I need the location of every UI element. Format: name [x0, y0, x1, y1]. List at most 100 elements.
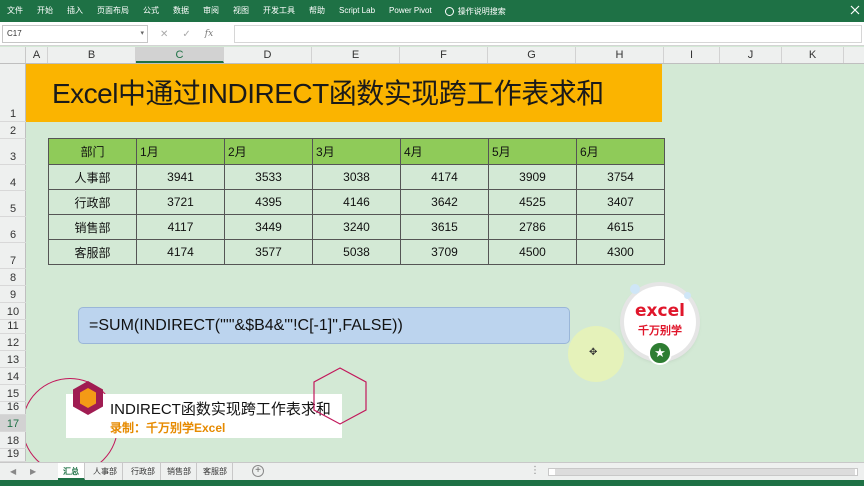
row-header-7[interactable]: 7	[0, 243, 26, 269]
table-cell[interactable]: 3240	[312, 214, 401, 240]
table-cell[interactable]: 4525	[488, 189, 577, 215]
column-header-d[interactable]: D	[224, 47, 312, 63]
row-header-15[interactable]: 15	[0, 385, 26, 402]
row-header-6[interactable]: 6	[0, 217, 26, 243]
close-window-icon[interactable]	[850, 5, 860, 15]
row-header-12[interactable]: 12	[0, 334, 26, 351]
column-header-h[interactable]: H	[576, 47, 664, 63]
row-header-8[interactable]: 8	[0, 269, 26, 286]
table-cell[interactable]: 3577	[224, 239, 313, 265]
table-cell[interactable]: 3533	[224, 164, 313, 190]
prev-sheet-icon[interactable]: ◀	[10, 467, 16, 476]
table-cell[interactable]: 3642	[400, 189, 489, 215]
tab-page-layout[interactable]: 页面布局	[90, 0, 136, 22]
next-sheet-icon[interactable]: ▶	[30, 467, 36, 476]
horizontal-scrollbar[interactable]	[548, 468, 858, 476]
sheet-tab-summary[interactable]: 汇总	[58, 463, 85, 480]
row-header-11[interactable]: 11	[0, 320, 26, 334]
table-cell[interactable]: 客服部	[48, 239, 137, 265]
column-header-i[interactable]: I	[664, 47, 720, 63]
table-cell[interactable]: 4146	[312, 189, 401, 215]
tab-view[interactable]: 视图	[226, 0, 256, 22]
row-headers: 1 2 3 4 5 6 7 8 9 10 11 12 13 14 15 16 1…	[0, 64, 26, 462]
row-header-17[interactable]: 17	[0, 415, 26, 432]
table-header-cell[interactable]: 5月	[488, 138, 577, 165]
tab-formulas[interactable]: 公式	[136, 0, 166, 22]
table-header-cell[interactable]: 2月	[224, 138, 313, 165]
column-header-b[interactable]: B	[48, 47, 136, 63]
table-cell[interactable]: 4174	[400, 164, 489, 190]
row-header-10[interactable]: 10	[0, 303, 26, 320]
table-cell[interactable]: 4500	[488, 239, 577, 265]
tab-developer[interactable]: 开发工具	[256, 0, 302, 22]
add-sheet-button[interactable]: +	[252, 465, 264, 477]
table-header-cell[interactable]: 6月	[576, 138, 665, 165]
column-header-a[interactable]: A	[26, 47, 48, 63]
more-options-icon[interactable]: ⋮	[530, 465, 540, 476]
row-header-4[interactable]: 4	[0, 165, 26, 191]
formula-input[interactable]	[234, 25, 862, 43]
sheet-tab-service[interactable]: 客服部	[198, 463, 233, 480]
row-header-3[interactable]: 3	[0, 139, 26, 165]
table-cell[interactable]: 3407	[576, 189, 665, 215]
row-header-18[interactable]: 18	[0, 432, 26, 449]
table-cell[interactable]: 3909	[488, 164, 577, 190]
column-header-f[interactable]: F	[400, 47, 488, 63]
row-header-5[interactable]: 5	[0, 191, 26, 217]
table-header-cell[interactable]: 4月	[400, 138, 489, 165]
table-cell[interactable]: 销售部	[48, 214, 137, 240]
worksheet-grid[interactable]: Excel中通过INDIRECT函数实现跨工作表求和 部门 1月 2月 3月 4…	[26, 64, 864, 462]
table-cell[interactable]: 行政部	[48, 189, 137, 215]
row-header-19[interactable]: 19	[0, 448, 26, 462]
tab-file[interactable]: 文件	[0, 0, 30, 22]
table-cell[interactable]: 3038	[312, 164, 401, 190]
table-header-cell[interactable]: 3月	[312, 138, 401, 165]
enter-icon[interactable]: ✓	[182, 29, 190, 40]
tab-script-lab[interactable]: Script Lab	[332, 0, 382, 22]
table-cell[interactable]: 3721	[136, 189, 225, 215]
table-cell[interactable]: 3615	[400, 214, 489, 240]
table-cell[interactable]: 2786	[488, 214, 577, 240]
tab-power-pivot[interactable]: Power Pivot	[382, 0, 439, 22]
row-header-13[interactable]: 13	[0, 351, 26, 368]
row-header-9[interactable]: 9	[0, 286, 26, 303]
select-all-corner[interactable]	[0, 47, 26, 63]
lightbulb-icon	[444, 6, 454, 16]
tab-review[interactable]: 审阅	[196, 0, 226, 22]
table-cell[interactable]: 4395	[224, 189, 313, 215]
tab-data[interactable]: 数据	[166, 0, 196, 22]
table-cell[interactable]: 3449	[224, 214, 313, 240]
row-header-2[interactable]: 2	[0, 122, 26, 139]
column-header-k[interactable]: K	[782, 47, 844, 63]
insert-function-icon[interactable]: fx	[205, 29, 213, 39]
tab-insert[interactable]: 插入	[60, 0, 90, 22]
tell-me-search[interactable]: 操作说明搜索	[444, 6, 506, 17]
table-cell[interactable]: 4615	[576, 214, 665, 240]
row-header-1[interactable]: 1	[0, 64, 26, 122]
table-cell[interactable]: 3709	[400, 239, 489, 265]
sheet-tab-admin[interactable]: 行政部	[126, 463, 161, 480]
table-cell[interactable]: 3941	[136, 164, 225, 190]
table-cell[interactable]: 5038	[312, 239, 401, 265]
chevron-down-icon[interactable]: ▾	[140, 26, 144, 42]
table-cell[interactable]: 4117	[136, 214, 225, 240]
table-header-cell[interactable]: 部门	[48, 138, 137, 165]
tab-home[interactable]: 开始	[30, 0, 60, 22]
row-header-14[interactable]: 14	[0, 368, 26, 385]
row-header-16[interactable]: 16	[0, 401, 26, 415]
table-cell[interactable]: 3754	[576, 164, 665, 190]
table-cell[interactable]: 4300	[576, 239, 665, 265]
tab-help[interactable]: 帮助	[302, 0, 332, 22]
scrollbar-thumb[interactable]	[555, 469, 855, 475]
column-header-g[interactable]: G	[488, 47, 576, 63]
cancel-icon[interactable]: ✕	[160, 29, 168, 40]
table-header-cell[interactable]: 1月	[136, 138, 225, 165]
column-header-j[interactable]: J	[720, 47, 782, 63]
sheet-tab-hr[interactable]: 人事部	[88, 463, 123, 480]
name-box[interactable]: C17 ▾	[2, 25, 148, 43]
column-header-c[interactable]: C	[136, 47, 224, 63]
table-cell[interactable]: 人事部	[48, 164, 137, 190]
column-header-e[interactable]: E	[312, 47, 400, 63]
sheet-tab-sales[interactable]: 销售部	[162, 463, 197, 480]
table-cell[interactable]: 4174	[136, 239, 225, 265]
